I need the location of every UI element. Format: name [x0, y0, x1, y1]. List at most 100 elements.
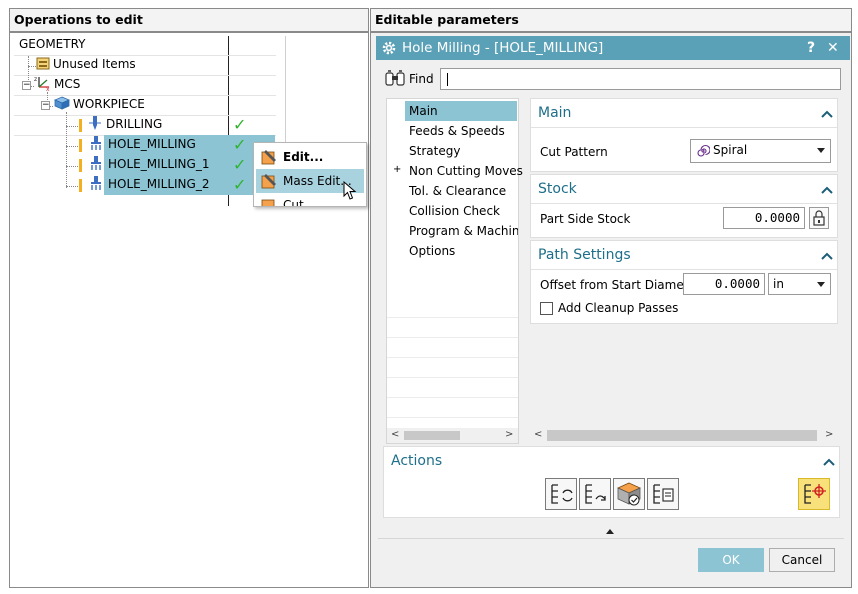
- cut-icon: [261, 199, 275, 206]
- tree-item-hole-milling[interactable]: HOLE_MILLING: [88, 134, 196, 154]
- lock-icon: [813, 210, 825, 226]
- tree-item-label: HOLE_MILLING_1: [108, 157, 210, 171]
- path-settings-panel: Path Settings Offset from Start Diameter…: [530, 240, 838, 324]
- menu-item-label: Edit...: [283, 150, 324, 164]
- cleanup-checkbox[interactable]: [540, 302, 553, 315]
- spiral-icon: [697, 144, 710, 157]
- tree-item-workpiece[interactable]: WORKPIECE: [53, 94, 145, 114]
- ok-button[interactable]: OK: [698, 548, 764, 572]
- tree-item-drilling[interactable]: DRILLING: [88, 114, 162, 134]
- actions-title: Actions: [391, 453, 443, 469]
- workpiece-icon: [53, 96, 71, 110]
- tree-item-geometry[interactable]: GEOMETRY: [19, 34, 86, 54]
- check-icon: ✓: [233, 175, 247, 194]
- stock-panel-title: Stock: [538, 181, 577, 197]
- nav-item-strategy[interactable]: Strategy: [405, 141, 460, 161]
- check-icon: ✓: [233, 135, 247, 154]
- caret-up-icon[interactable]: [821, 250, 833, 262]
- tree-item-label: DRILLING: [106, 117, 163, 131]
- offset-input[interactable]: 0.0000: [683, 273, 765, 295]
- verify-icon: [617, 482, 641, 506]
- nav-item-program-machine[interactable]: Program & Machine: [405, 221, 518, 241]
- main-panel: Main Cut Pattern Spiral: [530, 98, 838, 172]
- nav-item-options[interactable]: Options: [405, 241, 455, 261]
- chevron-down-icon: [817, 148, 825, 153]
- tree-item-mcs[interactable]: z x MCS: [34, 74, 80, 94]
- verify-button[interactable]: [613, 478, 645, 510]
- nav-scrollbar[interactable]: < >: [387, 428, 518, 443]
- collapse-arrow-icon[interactable]: [606, 529, 614, 534]
- check-icon: ✓: [233, 115, 247, 134]
- tree-item-hole-milling-1[interactable]: HOLE_MILLING_1: [88, 154, 209, 174]
- find-input[interactable]: [440, 68, 841, 90]
- svg-text:z: z: [34, 76, 37, 83]
- menu-item-label: Cut: [283, 198, 304, 207]
- menu-item-edit[interactable]: Edit...: [256, 145, 364, 169]
- caret-up-icon[interactable]: [823, 456, 835, 468]
- tree-item-hole-milling-2[interactable]: HOLE_MILLING_2: [88, 174, 209, 194]
- tree-item-label: GEOMETRY: [19, 37, 86, 51]
- list-icon: [653, 484, 674, 504]
- chevron-down-icon: [817, 282, 825, 287]
- edit-icon: [261, 150, 276, 165]
- list-button[interactable]: [647, 478, 679, 510]
- caret-up-icon[interactable]: [821, 108, 833, 120]
- menu-item-label: Mass Edit...: [283, 174, 352, 188]
- cut-pattern-label: Cut Pattern: [540, 145, 608, 159]
- geometry-group-icon: [36, 57, 50, 70]
- hole-mill-tool-icon: [91, 156, 101, 170]
- stock-panel: Stock Part Side Stock 0.0000: [530, 174, 838, 238]
- cleanup-label: Add Cleanup Passes: [558, 301, 679, 315]
- close-button[interactable]: ✕: [827, 36, 839, 60]
- hole-mill-tool-icon: [91, 176, 101, 190]
- find-label: Find: [409, 72, 434, 86]
- warning-marker: [79, 159, 82, 172]
- nav-item-feeds-speeds[interactable]: Feeds & Speeds: [405, 121, 505, 141]
- path-display-button[interactable]: [798, 478, 830, 510]
- lock-button[interactable]: [809, 207, 829, 229]
- offset-unit-select[interactable]: in: [768, 273, 831, 295]
- actions-panel: Actions: [383, 446, 840, 518]
- drill-tool-icon: [89, 116, 101, 130]
- tree-item-unused-items[interactable]: Unused Items: [36, 54, 136, 74]
- offset-label: Offset from Start Diameter: [540, 278, 701, 292]
- content-scrollbar[interactable]: < >: [530, 428, 838, 443]
- tree-item-label: MCS: [54, 77, 81, 91]
- tree-item-label: Unused Items: [53, 57, 136, 71]
- nav-expander-icon[interactable]: +: [393, 164, 401, 175]
- content-scrollbar-thumb[interactable]: [547, 430, 817, 441]
- part-side-stock-label: Part Side Stock: [540, 212, 631, 226]
- svg-text:x: x: [46, 86, 50, 91]
- nav-item-non-cutting-moves[interactable]: Non Cutting Moves: [405, 161, 523, 181]
- scroll-left-icon[interactable]: <: [391, 429, 399, 441]
- scroll-left-icon[interactable]: <: [534, 429, 542, 441]
- caret-up-icon[interactable]: [821, 184, 833, 196]
- nav-item-tol-clearance[interactable]: Tol. & Clearance: [405, 181, 506, 201]
- warning-marker: [79, 119, 82, 132]
- warning-marker: [79, 179, 82, 192]
- regenerate-icon: [551, 484, 573, 504]
- cancel-button[interactable]: Cancel: [769, 548, 835, 572]
- scroll-right-icon[interactable]: >: [505, 429, 513, 441]
- scroll-right-icon[interactable]: >: [825, 429, 833, 441]
- nav-item-collision-check[interactable]: Collision Check: [405, 201, 500, 221]
- operations-header: Operations to edit: [9, 8, 369, 32]
- nav-item-main[interactable]: Main: [405, 101, 517, 121]
- dialog-title: Hole Milling - [HOLE_MILLING]: [402, 40, 604, 56]
- tree-item-label: WORKPIECE: [73, 97, 145, 111]
- expander-minus-icon[interactable]: −: [41, 101, 50, 110]
- generate-button[interactable]: [579, 478, 611, 510]
- cut-pattern-select[interactable]: Spiral: [690, 139, 831, 163]
- nav-scrollbar-thumb[interactable]: [404, 431, 460, 440]
- parameters-header: Editable parameters: [370, 8, 852, 32]
- path-settings-title: Path Settings: [538, 247, 631, 263]
- regenerate-button[interactable]: [545, 478, 577, 510]
- expander-minus-icon[interactable]: −: [22, 81, 31, 90]
- mcs-axis-icon: z x: [34, 76, 50, 93]
- operations-header-label: Operations to edit: [14, 12, 143, 27]
- part-side-stock-input[interactable]: 0.0000: [723, 207, 805, 229]
- mass-edit-icon: [261, 174, 276, 189]
- help-button[interactable]: ?: [807, 36, 815, 60]
- parameters-header-label: Editable parameters: [375, 12, 519, 27]
- path-display-icon: [804, 484, 826, 504]
